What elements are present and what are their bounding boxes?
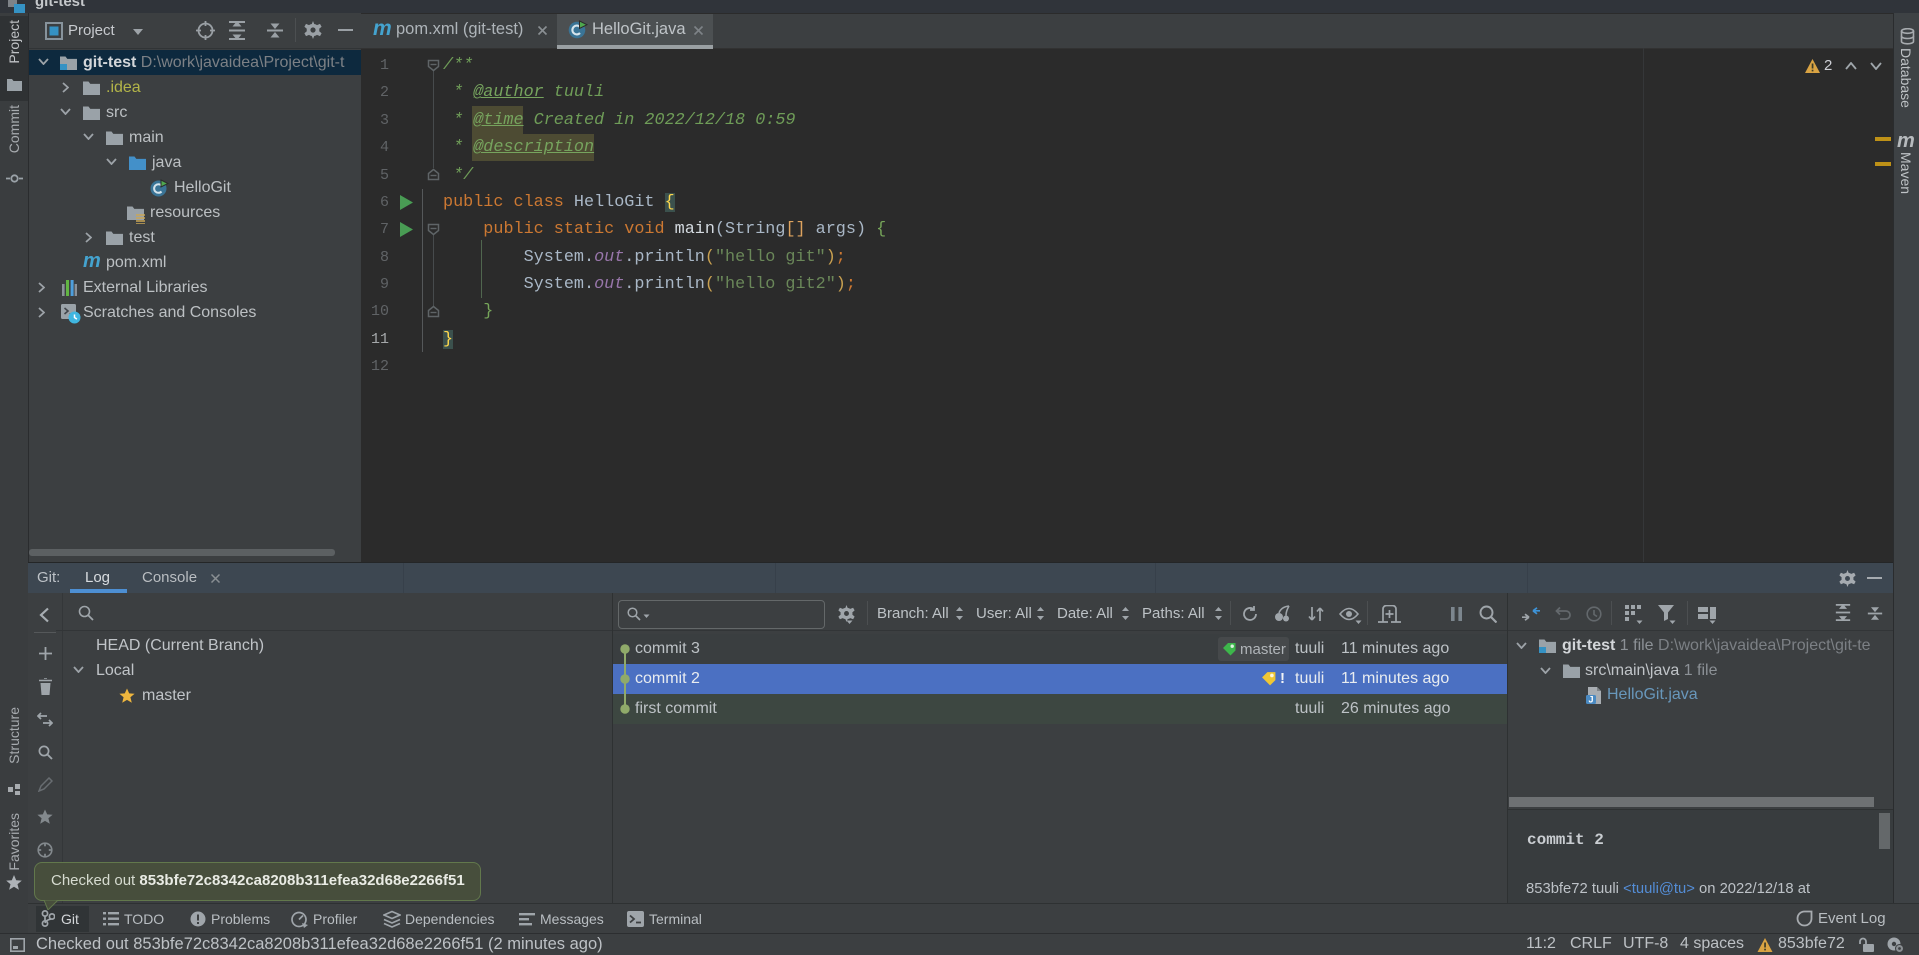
svg-text:J: J: [1588, 695, 1593, 705]
